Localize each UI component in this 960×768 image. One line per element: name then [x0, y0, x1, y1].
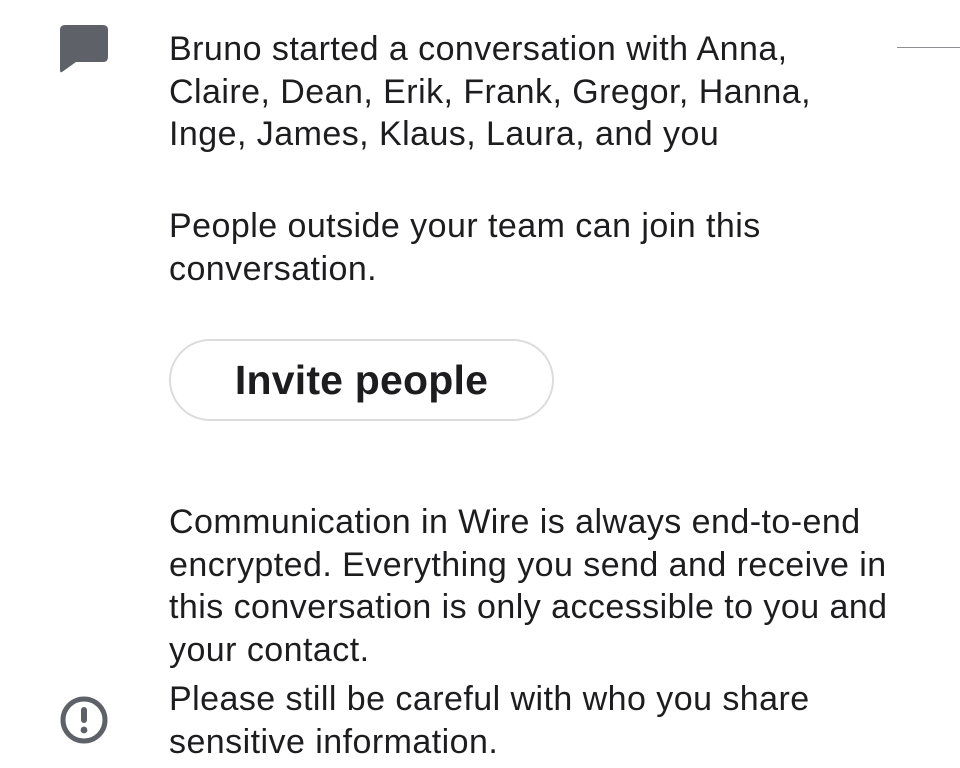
header-divider [897, 47, 960, 48]
conversation-started-message: Bruno started a conversation with Anna, … [169, 30, 812, 154]
invite-people-button[interactable]: Invite people [169, 339, 554, 421]
encryption-notice: Communication in Wire is always end-to-e… [169, 503, 888, 669]
guests-allowed-message: People outside your team can join this c… [169, 207, 761, 288]
exclamation-circle-icon [59, 695, 109, 745]
share-caution-notice: Please still be careful with who you sha… [169, 680, 810, 761]
chat-bubble-icon [59, 24, 109, 74]
